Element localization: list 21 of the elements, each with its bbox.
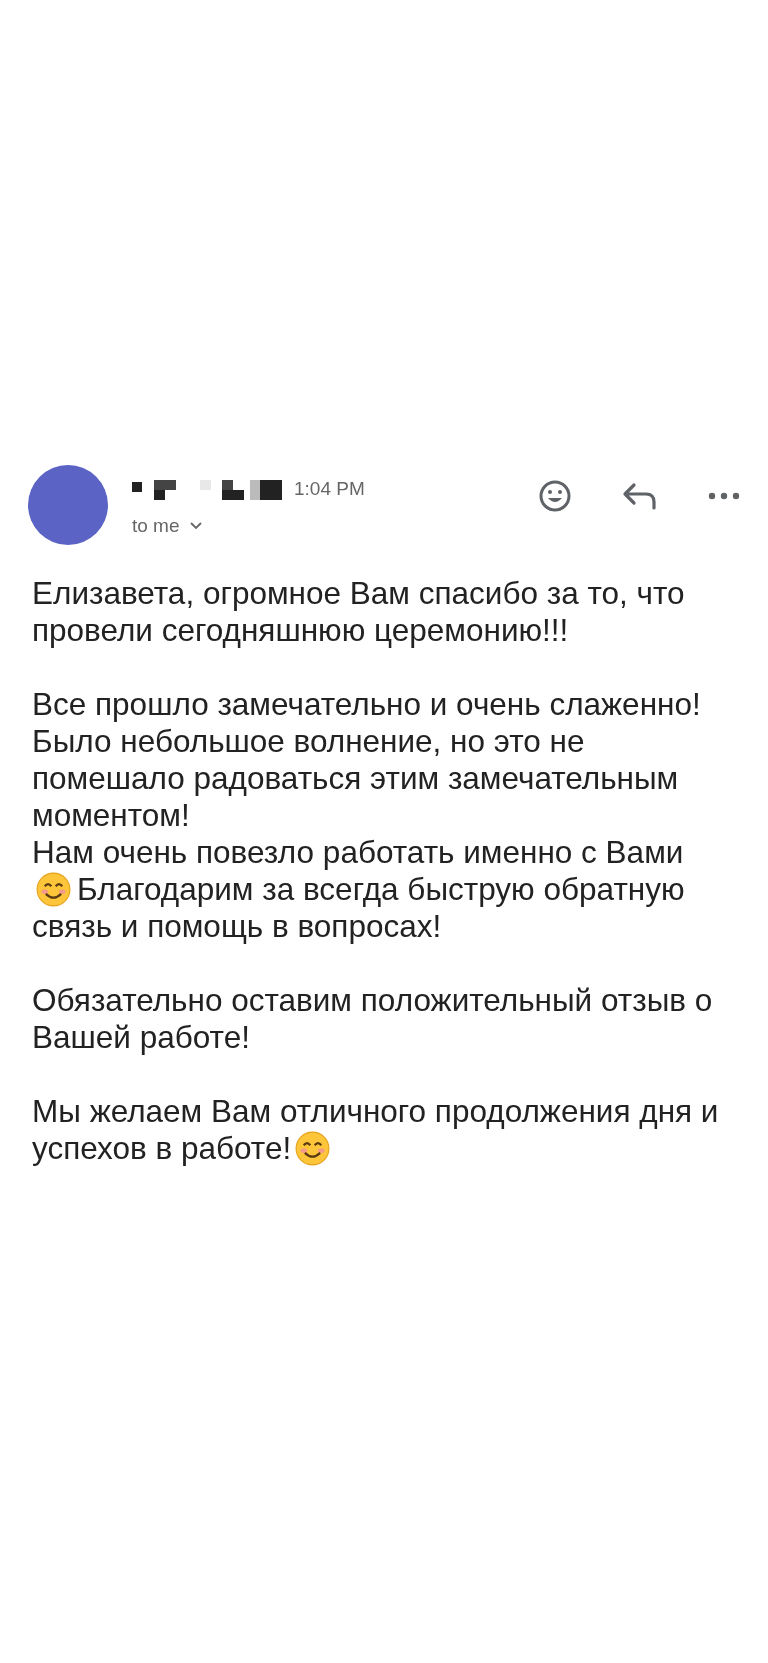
message-time: 1:04 PM: [294, 478, 365, 500]
message-text: помешало радоваться этим замечательным: [32, 760, 679, 796]
recipient-toggle[interactable]: to me: [132, 515, 514, 537]
message-text: Было небольшое волнение, но это не: [32, 723, 585, 759]
message-text: моментом!: [32, 797, 190, 833]
message-text: Обязательно оставим положительный отзыв о: [32, 982, 713, 1018]
smiling-face-emoji-icon: [295, 1131, 331, 1166]
chevron-down-icon: [189, 522, 202, 530]
message-text: Благодарим за всегда быструю обратную: [77, 871, 685, 907]
message-text: провели сегодняшнюю церемонию!!!: [32, 612, 569, 648]
message-text: Нам очень повезло работать именно с Вами: [32, 834, 684, 870]
message-text: Мы желаем Вам отличного продолжения дня и: [32, 1093, 719, 1129]
add-reaction-button[interactable]: [538, 479, 572, 513]
message-text: Все прошло замечательно и очень слаженно!: [32, 686, 701, 722]
message-text: связь и помощь в вопросах!: [32, 908, 442, 944]
reply-button[interactable]: [622, 481, 658, 511]
more-options-button[interactable]: [708, 492, 740, 500]
message-text: Елизавета, огромное Вам спасибо за то, что: [32, 575, 685, 611]
message-text: успехов в работе!: [32, 1130, 292, 1166]
message-text: Вашей работе!: [32, 1019, 250, 1055]
smiling-face-emoji-icon: [36, 872, 71, 907]
